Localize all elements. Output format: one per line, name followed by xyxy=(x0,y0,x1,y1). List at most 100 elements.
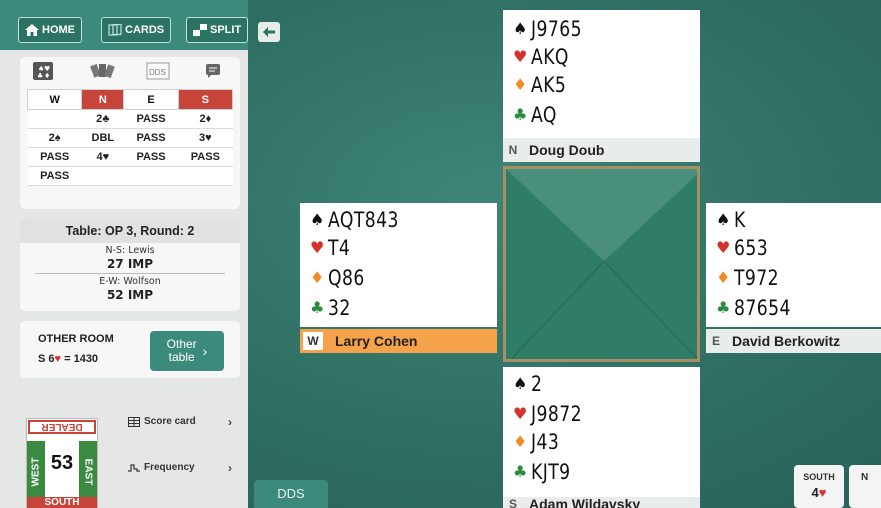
holding: 653 xyxy=(734,236,769,260)
table-info-panel: Table: OP 3, Round: 2 N-S: Lewis 27 IMP … xyxy=(20,219,240,311)
holding: 87654 xyxy=(734,296,791,320)
frequency-icon xyxy=(128,463,140,472)
east-player-name: David Berkowitz xyxy=(732,333,841,349)
diamond-icon: ♦ xyxy=(513,75,528,94)
holding: T972 xyxy=(734,266,780,290)
south-nameplate: S Adam Wildavsky xyxy=(503,497,700,508)
east-vul-bar: EAST xyxy=(79,441,97,503)
auction-header-e: E xyxy=(123,89,179,110)
bid-cell: PASS xyxy=(123,128,179,148)
bid-cell: 2♣ xyxy=(81,109,124,129)
auction-header-n: N xyxy=(81,89,125,110)
spade-icon: ♠ xyxy=(513,374,528,393)
contract-seat: SOUTH xyxy=(803,472,835,482)
contract-box: SOUTH 4♥ xyxy=(794,465,844,508)
other-room-panel: OTHER ROOM S 6♥ = 1430 Other table › xyxy=(20,321,240,378)
home-icon xyxy=(25,24,39,36)
frequency-link[interactable]: Frequency › xyxy=(128,461,232,475)
auction-table: W N E S 2♣ PASS 2♦ 2♠ DBL PASS 3♥ PASS 4… xyxy=(26,89,234,186)
spade-icon: ♠ xyxy=(513,19,528,38)
bid-cell: 2♦ xyxy=(178,109,233,129)
south-spades: ♠ 2 xyxy=(513,371,545,397)
chevron-right-icon: › xyxy=(202,342,208,359)
west-hearts: ♥ T4 xyxy=(310,235,355,261)
bid-cell: 4♥ xyxy=(81,147,124,167)
bid-cell: DBL xyxy=(81,128,124,148)
holding: AQT843 xyxy=(328,208,399,232)
spade-icon: ♠ xyxy=(310,210,325,229)
north-direction: N xyxy=(508,143,518,157)
back-button[interactable] xyxy=(258,22,280,42)
east-nameplate: E David Berkowitz xyxy=(706,329,881,353)
svg-text:♦: ♦ xyxy=(44,72,50,80)
north-spades: ♠ J9765 xyxy=(513,16,593,42)
north-clubs: ♣ AQ xyxy=(513,102,563,128)
contract-level: 4 xyxy=(811,485,819,500)
north-player-name: Doug Doub xyxy=(529,142,605,158)
bid-cell: PASS xyxy=(27,147,82,167)
club-icon: ♣ xyxy=(513,462,528,481)
holding: J9765 xyxy=(531,17,582,41)
other-table-button[interactable]: Other table › xyxy=(150,331,224,371)
heart-suit-icon: ♥ xyxy=(818,485,827,500)
center-table xyxy=(503,166,700,362)
comment-icon[interactable] xyxy=(200,61,226,81)
diamond-icon: ♦ xyxy=(310,268,325,287)
dds-icon-label: DDS xyxy=(149,68,166,77)
east-spades: ♠ K xyxy=(716,207,748,233)
dds-tab[interactable]: DDS xyxy=(254,480,328,508)
table-grid-icon xyxy=(128,416,140,427)
tricks-icon[interactable]: ♠ ♦ ♥ ♣ xyxy=(30,61,56,81)
south-label: SOUTH xyxy=(27,497,97,508)
west-clubs: ♣ 32 xyxy=(310,295,356,321)
ns-score: 27 IMP xyxy=(106,257,154,271)
bid-cell: PASS xyxy=(178,147,233,167)
home-button[interactable]: HOME xyxy=(18,17,82,43)
other-room-contract: S 6 xyxy=(38,353,55,365)
cards-fan-icon[interactable] xyxy=(88,61,118,81)
west-spades: ♠ AQT843 xyxy=(310,207,414,233)
holding: Q86 xyxy=(328,266,365,290)
chevron-right-icon: › xyxy=(228,461,232,475)
bid-cell: 2♠ xyxy=(27,128,82,148)
frequency-label: Frequency xyxy=(144,462,195,473)
holding: 2 xyxy=(531,372,543,396)
auction-row: 2♣ PASS 2♦ xyxy=(27,109,233,129)
board-indicator: DEALER WEST 53 EAST SOUTH xyxy=(26,418,98,508)
club-icon: ♣ xyxy=(513,105,528,124)
split-icon xyxy=(193,24,207,36)
auction-row: 2♠ DBL PASS 3♥ xyxy=(27,128,233,148)
dds-icon[interactable]: DDS xyxy=(144,61,172,81)
bid-cell: PASS xyxy=(123,109,179,129)
west-player-name: Larry Cohen xyxy=(335,333,418,349)
bid-cell: PASS xyxy=(27,166,82,186)
west-nameplate: W Larry Cohen xyxy=(300,329,497,353)
split-button[interactable]: SPLIT xyxy=(186,17,249,43)
arrow-left-icon xyxy=(263,27,275,37)
table-envelope-graphic xyxy=(506,169,697,359)
south-diamonds: ♦ J43 xyxy=(513,429,565,455)
south-clubs: ♣ KJT9 xyxy=(513,459,579,485)
bidding-panel: ♠ ♦ ♥ ♣ DDS W N E S 2♣ PASS 2♦ 2♠ DBL PA… xyxy=(20,57,240,209)
diamond-icon: ♦ xyxy=(513,432,528,451)
score-card-link[interactable]: Score card › xyxy=(128,415,232,429)
cards-button[interactable]: CARDS xyxy=(101,17,172,43)
cards-icon xyxy=(108,24,122,36)
auction-header-s: S xyxy=(177,89,234,110)
west-label: WEST xyxy=(30,457,42,487)
heart-icon: ♥ xyxy=(716,238,731,257)
south-player-name: Adam Wildavsky xyxy=(529,497,641,508)
east-direction: E xyxy=(711,334,720,348)
club-icon: ♣ xyxy=(310,298,325,317)
club-icon: ♣ xyxy=(716,298,731,317)
svg-text:♣: ♣ xyxy=(37,72,43,80)
other-table-label-2: table xyxy=(168,350,195,364)
bid-cell: 3♥ xyxy=(178,128,233,148)
bid-cell xyxy=(123,166,179,186)
other-room-score: = 1430 xyxy=(61,353,99,365)
east-hearts: ♥ 653 xyxy=(716,235,776,261)
split-label: SPLIT xyxy=(210,24,242,36)
holding: K xyxy=(734,208,746,232)
top-toolbar: HOME CARDS SPLIT xyxy=(0,0,249,50)
bid-cell xyxy=(178,166,233,186)
